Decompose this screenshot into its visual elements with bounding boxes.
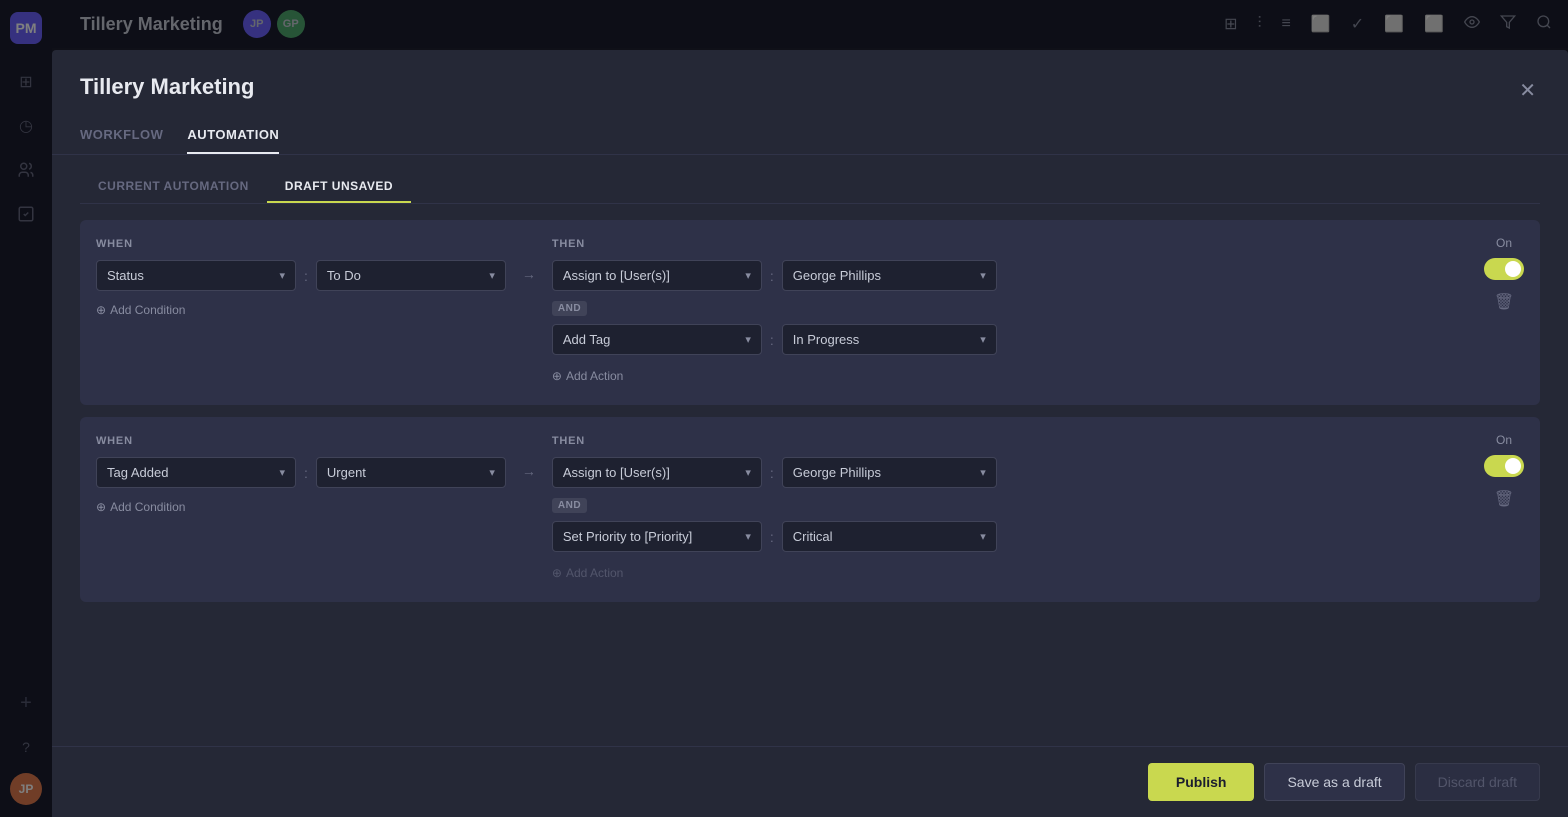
automation-modal: Tillery Marketing ✕ WORKFLOW AUTOMATION … bbox=[52, 50, 1568, 817]
add-condition-btn-1[interactable]: ⊕ Add Condition bbox=[96, 299, 185, 321]
then-row-1-2: Add Tag ▾ : In Progress ▾ bbox=[552, 324, 1444, 355]
plus-circle-icon-1: ⊕ bbox=[96, 303, 106, 317]
arrow-2: → bbox=[506, 435, 552, 584]
rules-container: WHEN Status ▾ : To Do ▾ bbox=[80, 204, 1540, 746]
then-section-1: THEN Assign to [User(s)] ▾ : George Phil… bbox=[552, 238, 1444, 387]
modal-body: CURRENT AUTOMATION DRAFT UNSAVED WHEN St… bbox=[52, 155, 1568, 746]
then-value-dropdown-1-2[interactable]: In Progress ▾ bbox=[782, 324, 997, 355]
rule-card-2: WHEN Tag Added ▾ : Urgent ▾ bbox=[80, 417, 1540, 602]
when-label-2: WHEN bbox=[96, 435, 506, 447]
add-action-btn-1[interactable]: ⊕ Add Action bbox=[552, 365, 1444, 387]
when-condition-dropdown-1[interactable]: Status ▾ bbox=[96, 260, 296, 291]
toggle-switch-2[interactable] bbox=[1484, 455, 1524, 477]
modal-header: Tillery Marketing ✕ bbox=[52, 50, 1568, 107]
add-condition-btn-2[interactable]: ⊕ Add Condition bbox=[96, 496, 185, 518]
delete-rule-btn-2[interactable]: 🗑 bbox=[1490, 485, 1518, 513]
then-action-dropdown-2-2[interactable]: Set Priority to [Priority] ▾ bbox=[552, 521, 762, 552]
colon-then-1-2: : bbox=[770, 332, 774, 348]
when-section-2: WHEN Tag Added ▾ : Urgent ▾ bbox=[96, 435, 506, 584]
rule-card-2-inner: WHEN Tag Added ▾ : Urgent ▾ bbox=[96, 435, 1524, 584]
toggle-label-1: On bbox=[1496, 236, 1512, 250]
automation-tabs: CURRENT AUTOMATION DRAFT UNSAVED bbox=[80, 155, 1540, 204]
then-label-2: THEN bbox=[552, 435, 1444, 447]
modal-tabs: WORKFLOW AUTOMATION bbox=[52, 107, 1568, 155]
when-value-dropdown-2[interactable]: Urgent ▾ bbox=[316, 457, 506, 488]
then-action-dropdown-1-1[interactable]: Assign to [User(s)] ▾ bbox=[552, 260, 762, 291]
when-value-dropdown-1[interactable]: To Do ▾ bbox=[316, 260, 506, 291]
then-action-dropdown-1-2[interactable]: Add Tag ▾ bbox=[552, 324, 762, 355]
toggle-switch-1[interactable] bbox=[1484, 258, 1524, 280]
and-badge-2: AND bbox=[552, 494, 1444, 517]
auto-tab-current[interactable]: CURRENT AUTOMATION bbox=[80, 171, 267, 203]
tab-automation[interactable]: AUTOMATION bbox=[187, 119, 279, 154]
then-value-dropdown-1-1[interactable]: George Phillips ▾ bbox=[782, 260, 997, 291]
auto-tab-draft[interactable]: DRAFT UNSAVED bbox=[267, 171, 411, 203]
when-section-1: WHEN Status ▾ : To Do ▾ bbox=[96, 238, 506, 387]
and-badge-1: AND bbox=[552, 297, 1444, 320]
add-action-btn-2[interactable]: ⊕ Add Action bbox=[552, 562, 1444, 584]
colon-then-1-1: : bbox=[770, 268, 774, 284]
publish-button[interactable]: Publish bbox=[1148, 763, 1255, 801]
when-label-1: WHEN bbox=[96, 238, 506, 250]
then-action-dropdown-2-1[interactable]: Assign to [User(s)] ▾ bbox=[552, 457, 762, 488]
then-row-2-1: Assign to [User(s)] ▾ : George Phillips … bbox=[552, 457, 1444, 488]
then-value-dropdown-2-1[interactable]: George Phillips ▾ bbox=[782, 457, 997, 488]
arrow-1: → bbox=[506, 238, 552, 387]
close-button[interactable]: ✕ bbox=[1515, 74, 1540, 107]
colon-1: : bbox=[304, 268, 308, 284]
toggle-section-1: On 🗑 bbox=[1484, 236, 1524, 316]
toggle-section-2: On 🗑 bbox=[1484, 433, 1524, 513]
delete-rule-btn-1[interactable]: 🗑 bbox=[1490, 288, 1518, 316]
rule-card-1-inner: WHEN Status ▾ : To Do ▾ bbox=[96, 238, 1524, 387]
rule-card-1: WHEN Status ▾ : To Do ▾ bbox=[80, 220, 1540, 405]
then-row-1-1: Assign to [User(s)] ▾ : George Phillips … bbox=[552, 260, 1444, 291]
colon-2: : bbox=[304, 465, 308, 481]
plus-circle-icon-action-2: ⊕ bbox=[552, 566, 562, 580]
colon-then-2-1: : bbox=[770, 465, 774, 481]
then-value-dropdown-2-2[interactable]: Critical ▾ bbox=[782, 521, 997, 552]
modal-footer: Publish Save as a draft Discard draft bbox=[52, 746, 1568, 817]
then-row-2-2: Set Priority to [Priority] ▾ : Critical … bbox=[552, 521, 1444, 552]
modal-title: Tillery Marketing bbox=[80, 74, 254, 100]
plus-circle-icon-action-1: ⊕ bbox=[552, 369, 562, 383]
when-condition-dropdown-2[interactable]: Tag Added ▾ bbox=[96, 457, 296, 488]
then-section-2: THEN Assign to [User(s)] ▾ : George Phil… bbox=[552, 435, 1444, 584]
colon-then-2-2: : bbox=[770, 529, 774, 545]
toggle-label-2: On bbox=[1496, 433, 1512, 447]
when-row-1: Status ▾ : To Do ▾ bbox=[96, 260, 506, 291]
when-row-2: Tag Added ▾ : Urgent ▾ bbox=[96, 457, 506, 488]
discard-draft-button: Discard draft bbox=[1415, 763, 1540, 801]
then-label-1: THEN bbox=[552, 238, 1444, 250]
tab-workflow[interactable]: WORKFLOW bbox=[80, 119, 163, 154]
save-draft-button[interactable]: Save as a draft bbox=[1264, 763, 1404, 801]
plus-circle-icon-2: ⊕ bbox=[96, 500, 106, 514]
